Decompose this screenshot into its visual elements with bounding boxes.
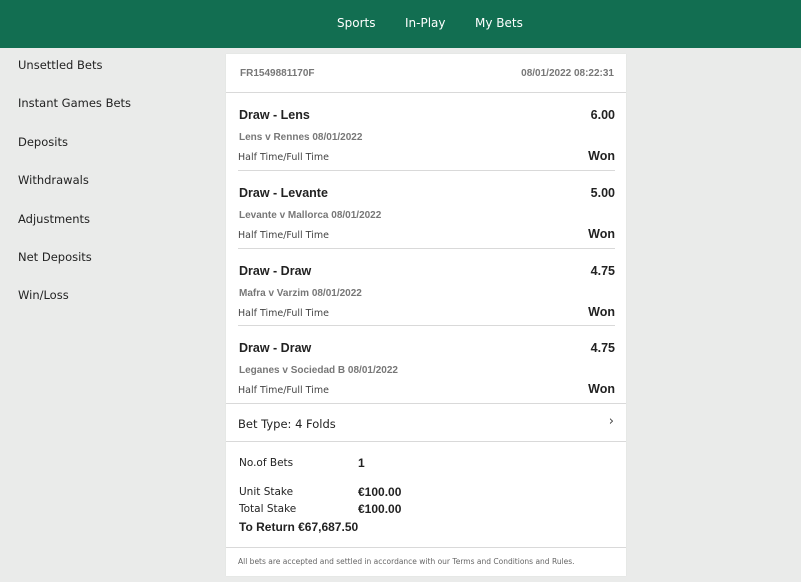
- nav-in-play[interactable]: In-Play: [405, 16, 446, 30]
- sidebar-item-deposits[interactable]: Deposits: [18, 135, 68, 149]
- divider: [238, 325, 615, 326]
- sidebar-item-win-loss[interactable]: Win/Loss: [18, 288, 69, 302]
- sidebar-item-instant-games-bets[interactable]: Instant Games Bets: [18, 96, 131, 110]
- selection-odds: 4.75: [590, 341, 615, 355]
- bet-type-label: Bet Type: 4 Folds: [238, 417, 336, 431]
- selection-event: Leganes v Sociedad B 08/01/2022: [239, 365, 398, 376]
- bet-type-row[interactable]: Bet Type: 4 Folds ›: [226, 404, 626, 442]
- sidebar-item-withdrawals[interactable]: Withdrawals: [18, 173, 89, 187]
- selection-row: Draw - Levante 5.00 Levante v Mallorca 0…: [238, 186, 615, 264]
- selection-event: Mafra v Varzim 08/01/2022: [239, 288, 362, 299]
- divider: [238, 248, 615, 249]
- bet-detail-card: FR1549881170F 08/01/2022 08:22:31 Draw -…: [226, 54, 626, 576]
- bet-reference: FR1549881170F: [240, 68, 315, 79]
- divider: [226, 441, 626, 442]
- selection-market: Half Time/Full Time: [238, 152, 329, 163]
- sidebar-item-unsettled-bets[interactable]: Unsettled Bets: [18, 58, 102, 72]
- selection-market: Half Time/Full Time: [238, 385, 329, 396]
- bet-datetime: 08/01/2022 08:22:31: [521, 68, 614, 79]
- no-of-bets-value: 1: [358, 456, 365, 470]
- selection-odds: 6.00: [590, 108, 615, 122]
- selection-result: Won: [588, 305, 615, 319]
- total-stake-label: Total Stake: [239, 503, 297, 515]
- selection-result: Won: [588, 382, 615, 396]
- no-of-bets-label: No.of Bets: [239, 457, 294, 469]
- sidebar-item-net-deposits[interactable]: Net Deposits: [18, 250, 92, 264]
- unit-stake-label: Unit Stake: [239, 486, 294, 498]
- selection-result: Won: [588, 149, 615, 163]
- selection-event: Levante v Mallorca 08/01/2022: [239, 210, 382, 221]
- sidebar-item-adjustments[interactable]: Adjustments: [18, 212, 90, 226]
- nav-my-bets[interactable]: My Bets: [475, 16, 523, 30]
- terms-footer: All bets are accepted and settled in acc…: [238, 557, 575, 566]
- top-nav-bar: Sports In-Play My Bets: [0, 0, 801, 48]
- selection-name: Draw - Draw: [239, 341, 312, 355]
- divider: [226, 92, 626, 93]
- selection-row: Draw - Lens 6.00 Lens v Rennes 08/01/202…: [238, 108, 615, 186]
- selection-event: Lens v Rennes 08/01/2022: [239, 132, 363, 143]
- selection-odds: 5.00: [590, 186, 615, 200]
- selection-name: Draw - Lens: [239, 108, 310, 122]
- divider: [238, 170, 615, 171]
- total-stake-value: €100.00: [358, 502, 402, 516]
- selection-row: Draw - Draw 4.75 Mafra v Varzim 08/01/20…: [238, 264, 615, 342]
- nav-sports[interactable]: Sports: [337, 16, 375, 30]
- selection-market: Half Time/Full Time: [238, 308, 329, 319]
- selection-name: Draw - Draw: [239, 264, 312, 278]
- selection-name: Draw - Levante: [239, 186, 328, 200]
- selection-odds: 4.75: [590, 264, 615, 278]
- unit-stake-value: €100.00: [358, 485, 402, 499]
- selection-market: Half Time/Full Time: [238, 230, 329, 241]
- to-return: To Return €67,687.50: [239, 520, 359, 534]
- divider: [226, 547, 626, 548]
- chevron-right-icon: ›: [608, 414, 614, 429]
- selection-result: Won: [588, 227, 615, 241]
